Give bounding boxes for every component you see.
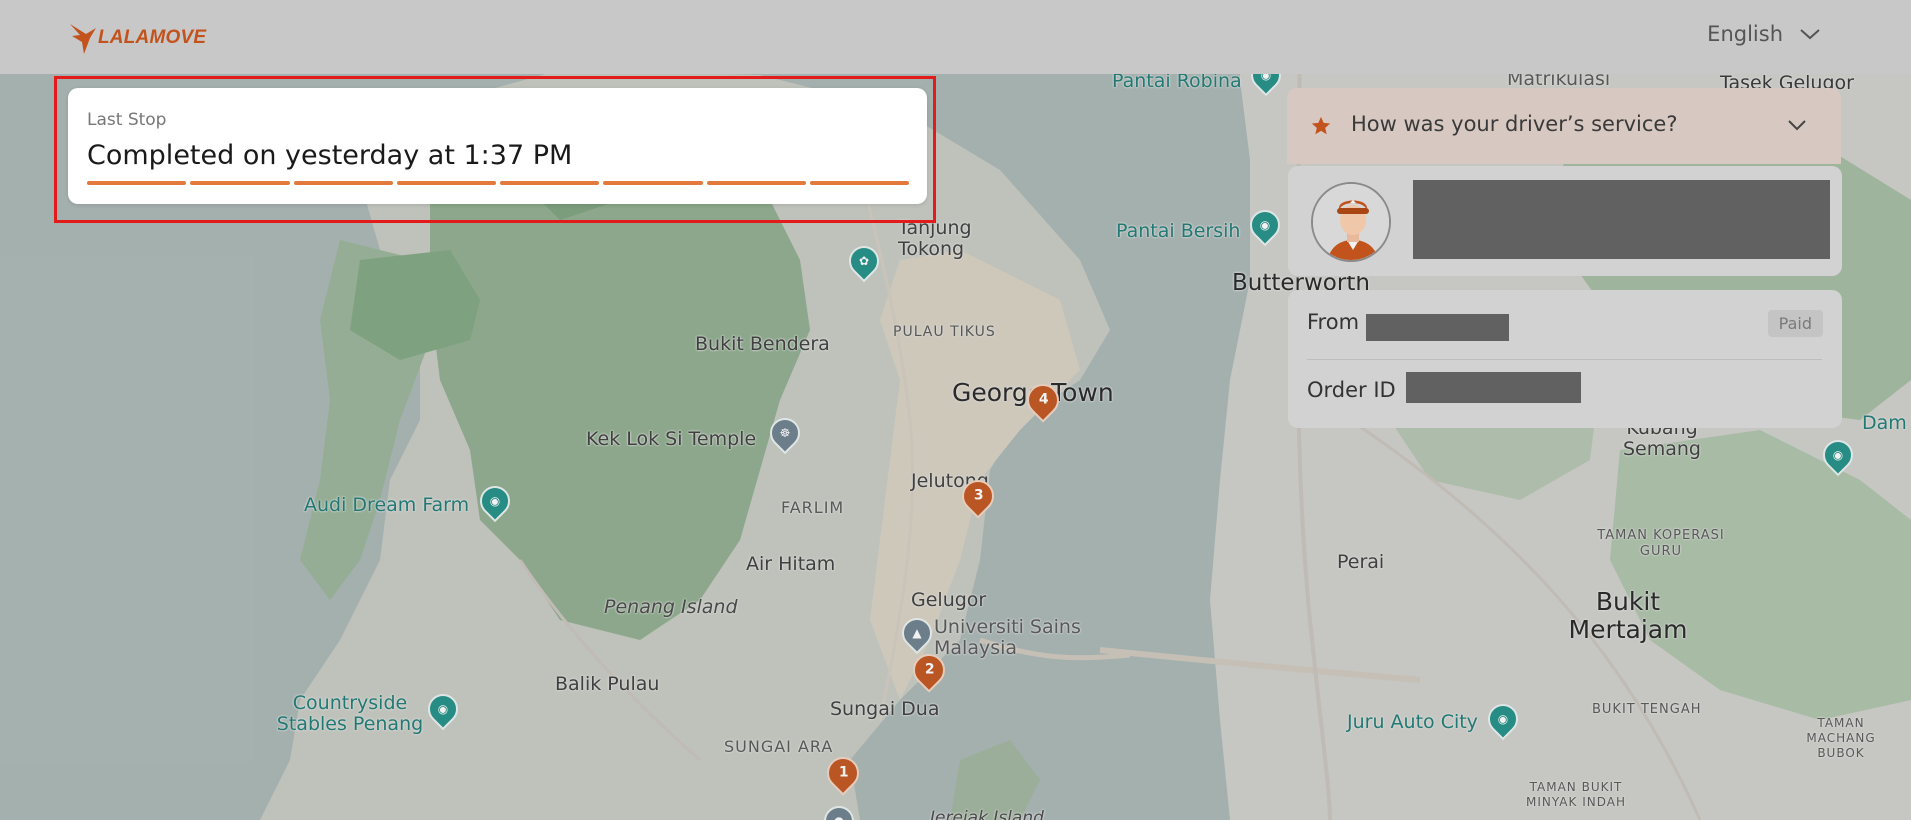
stop-number: 4 [1038, 391, 1049, 408]
driver-avatar [1311, 182, 1391, 262]
map-label: Gelugor [911, 589, 987, 611]
map-label: Countryside Stables Penang [276, 692, 424, 735]
lalamove-logo-icon [70, 24, 96, 54]
star-icon [1311, 116, 1331, 135]
map-label: Dam [1862, 412, 1907, 434]
from-redacted [1366, 314, 1509, 341]
map-label: BUKIT TENGAH [1592, 702, 1702, 717]
stop-number: 1 [838, 764, 849, 781]
lalamove-logo[interactable]: LALAMOVE [68, 20, 206, 56]
progress-segment [293, 181, 393, 185]
divider [1307, 359, 1822, 360]
map-label: Pantai Bersih [1116, 220, 1241, 242]
map-label: Perai [1337, 551, 1385, 573]
last-stop-label: Last Stop [87, 110, 167, 130]
delivery-progress-bar [87, 181, 909, 185]
map-label: Jerejak Island [930, 808, 1044, 820]
map-label: TAMAN MACHANG BUBOK [1806, 716, 1876, 760]
language-selector[interactable]: English [1707, 22, 1821, 46]
stop-number: 3 [973, 487, 984, 504]
map-label: Air Hitam [746, 553, 836, 575]
rating-question: How was your driver’s service? [1351, 112, 1678, 136]
map-label: TAMAN KOPERASI GURU [1597, 528, 1725, 559]
map-label: Kek Lok Si Temple [586, 428, 757, 450]
top-bar: LALAMOVE English [0, 0, 1911, 74]
map-label: Audi Dream Farm [304, 494, 470, 516]
order-info-card: From Paid Order ID [1288, 290, 1842, 428]
from-label: From [1307, 310, 1360, 334]
paid-badge: Paid [1767, 310, 1823, 337]
order-id-label: Order ID [1307, 378, 1396, 402]
chevron-down-icon [1800, 29, 1820, 40]
map-label: Universiti Sains Malaysia [934, 616, 1081, 659]
driver-info-redacted [1413, 180, 1830, 259]
map-label: Bukit Mertajam [1568, 587, 1688, 644]
driver-avatar-icon [1313, 184, 1389, 260]
map-label: TAMAN BUKIT MINYAK INDAH [1526, 780, 1626, 809]
last-stop-status: Completed on yesterday at 1:37 PM [87, 140, 573, 171]
order-id-redacted [1406, 372, 1581, 403]
map-label: PULAU TIKUS [893, 324, 996, 340]
chevron-down-icon [1788, 120, 1806, 131]
progress-segment [87, 181, 187, 185]
progress-segment [500, 181, 600, 185]
map-label: Penang Island [604, 596, 738, 618]
language-label: English [1707, 22, 1783, 46]
map-label: SUNGAI ARA [724, 737, 834, 756]
map-label: Tanjung Tokong [898, 217, 972, 260]
progress-segment [706, 181, 806, 185]
map-label: Juru Auto City [1347, 711, 1478, 733]
progress-segment [603, 181, 703, 185]
map-label: Bukit Bendera [695, 333, 830, 355]
map-label: FARLIM [781, 498, 845, 517]
map-label: Sungai Dua [830, 698, 940, 720]
map-label: Balik Pulau [555, 673, 660, 695]
progress-segment [809, 181, 909, 185]
driver-card [1288, 166, 1842, 276]
stop-number: 2 [924, 661, 935, 678]
logo-text: LALAMOVE [98, 27, 207, 48]
driver-rating-dropdown[interactable]: How was your driver’s service? [1287, 88, 1841, 164]
progress-segment [190, 181, 290, 185]
progress-segment [396, 181, 496, 185]
last-stop-card[interactable]: Last Stop Completed on yesterday at 1:37… [68, 88, 927, 204]
